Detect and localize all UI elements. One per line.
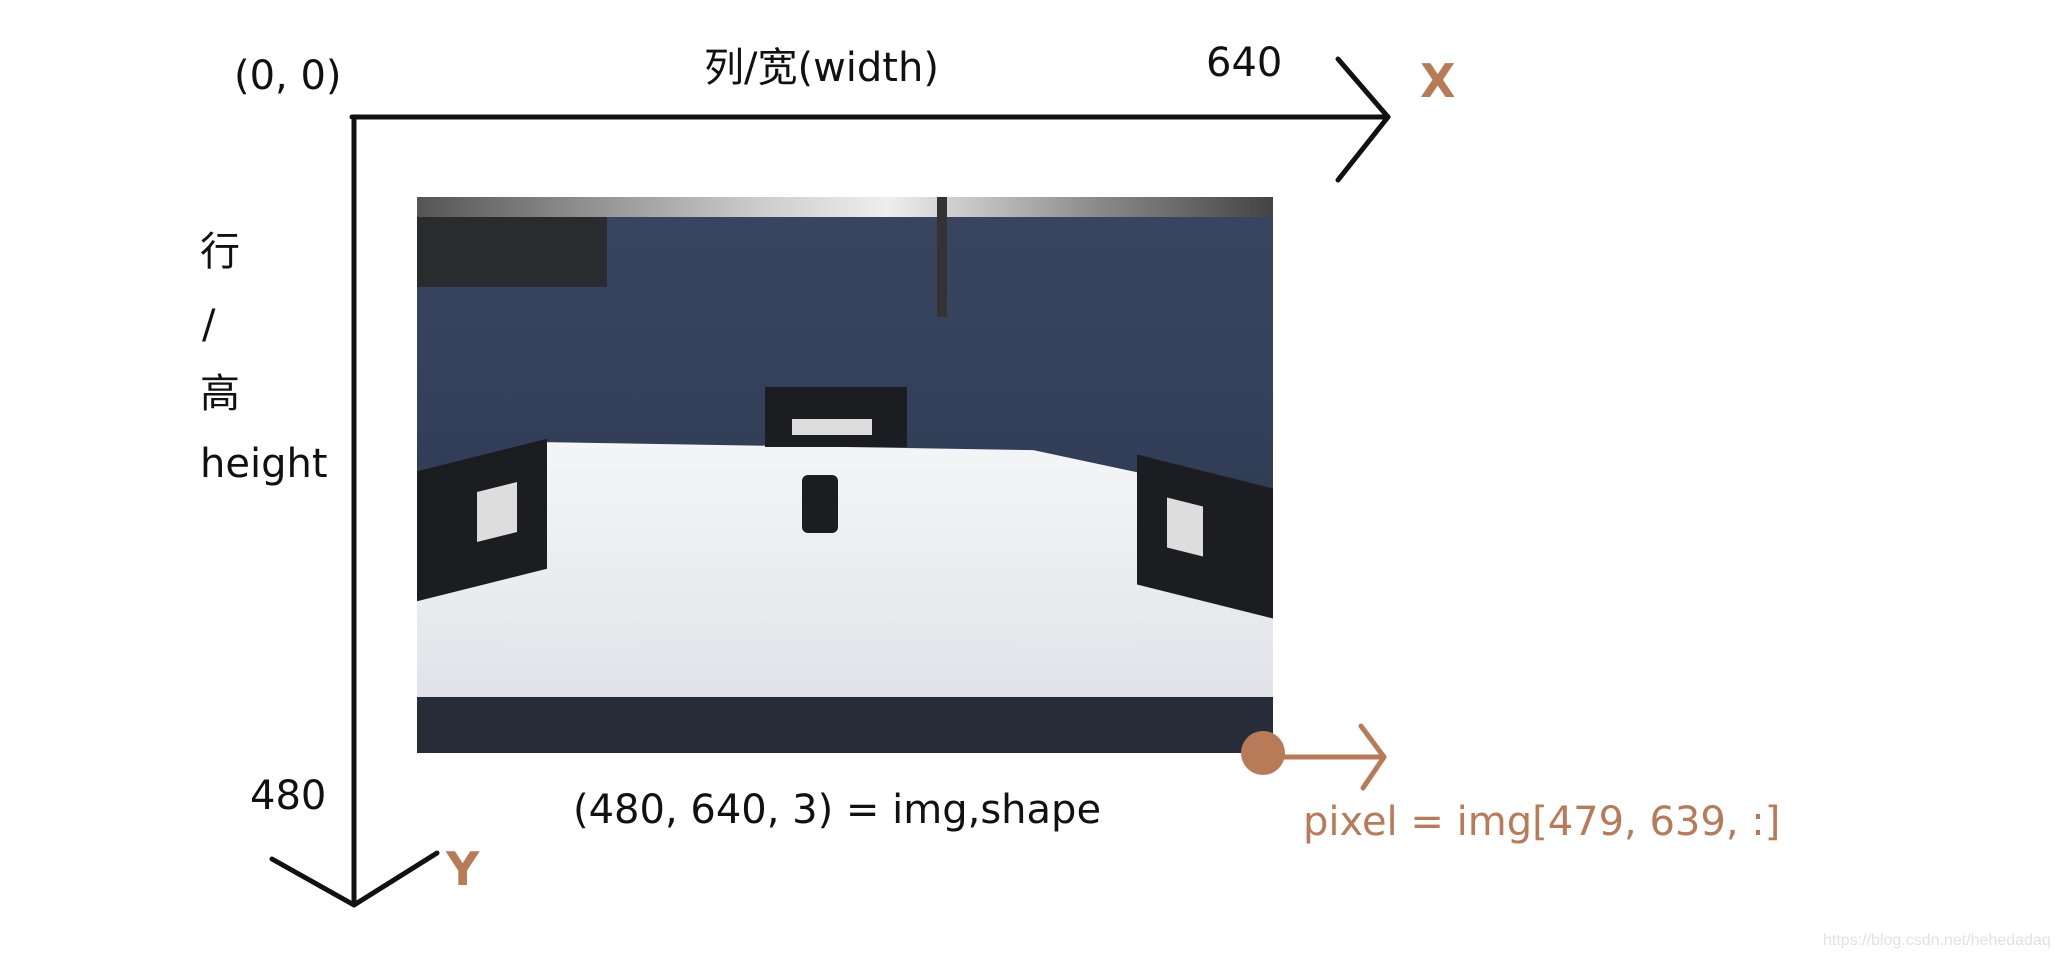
x-axis-name: X [1420,54,1456,108]
x-max-label: 640 [1206,40,1283,86]
pixel-caption: pixel = img[479, 639, :] [1303,799,1781,845]
pixel-dot [1241,731,1285,775]
y-axis-title-line-1: 行 [200,229,240,275]
y-axis-title-line-3: 高 [200,371,240,417]
shape-caption: (480, 640, 3) = img,shape [573,787,1102,833]
y-axis-name: Y [446,842,480,896]
y-axis-title-line-4: height [200,441,328,487]
watermark: https://blog.csdn.net/hehedadaq [1823,932,2051,949]
x-axis-title: 列/宽(width) [704,45,939,91]
y-max-label: 480 [250,773,327,819]
origin-label: (0, 0) [234,53,342,99]
y-axis-title-line-2: / [202,302,216,348]
